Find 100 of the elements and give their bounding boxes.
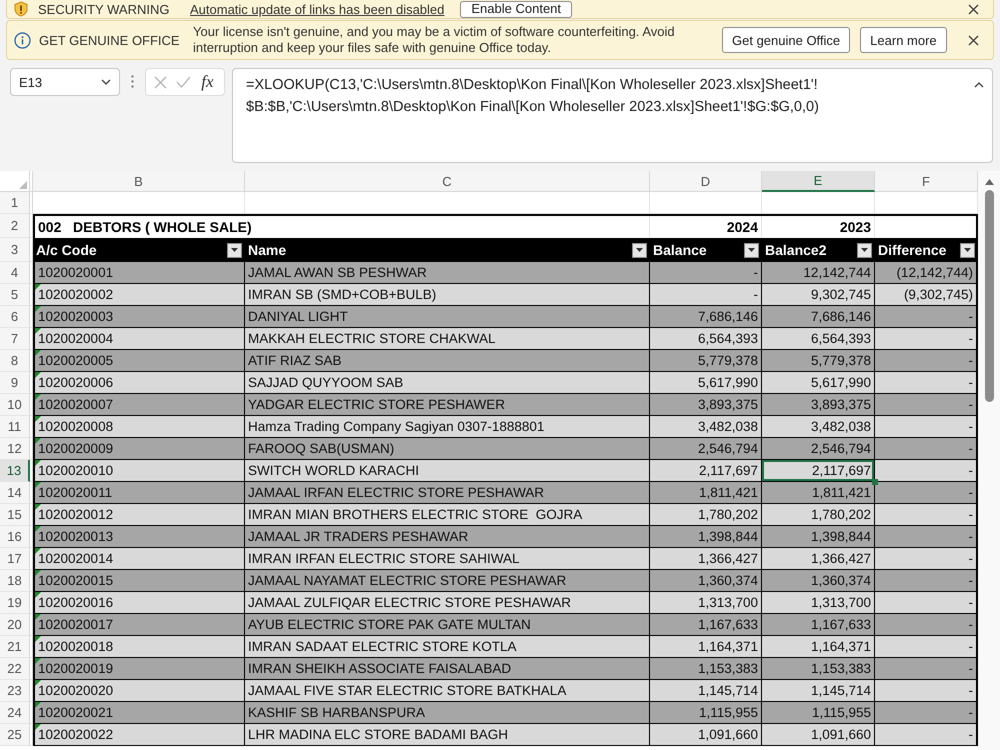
- row-header[interactable]: 19: [0, 592, 30, 614]
- table-cell: 1020020005: [33, 350, 245, 372]
- table-cell: -: [875, 548, 978, 570]
- table-cell: 1,360,374: [762, 570, 875, 592]
- table-cell: 1,398,844: [762, 526, 875, 548]
- table-cell: 1,780,202: [762, 504, 875, 526]
- table-cell: 5,617,990: [762, 372, 875, 394]
- filter-button[interactable]: [632, 242, 647, 258]
- close-icon[interactable]: [968, 34, 979, 46]
- table-cell: 1,398,844: [650, 526, 762, 548]
- row-header[interactable]: 3: [0, 238, 30, 262]
- close-icon[interactable]: [968, 4, 979, 14]
- get-genuine-button[interactable]: Get genuine Office: [722, 27, 850, 53]
- header-cell: A/c Code: [33, 238, 245, 262]
- checkmark-icon[interactable]: [176, 76, 191, 88]
- table-cell: 1,145,714: [762, 680, 875, 702]
- row-header[interactable]: 23: [0, 680, 30, 702]
- column-header[interactable]: C: [245, 171, 650, 192]
- warning-link[interactable]: Automatic update of links has been disabled: [190, 2, 444, 16]
- table-cell: 9,302,745: [762, 284, 875, 306]
- row-header[interactable]: 5: [0, 284, 30, 306]
- table-cell: -: [875, 482, 978, 504]
- table-cell: 1,115,955: [650, 702, 762, 724]
- table-cell: (9,302,745): [875, 284, 978, 306]
- table-cell: LHR MADINA ELC STORE BADAMI BAGH: [245, 724, 650, 746]
- filter-button[interactable]: [744, 242, 759, 258]
- row-header[interactable]: 7: [0, 328, 30, 350]
- table-cell: 1020020019: [33, 658, 245, 680]
- enable-content-button[interactable]: Enable Content: [460, 0, 572, 18]
- column-header[interactable]: F: [875, 171, 978, 192]
- row-header[interactable]: 1: [0, 192, 30, 214]
- table-cell: 2,117,697: [650, 460, 762, 482]
- table-cell: 5,617,990: [650, 372, 762, 394]
- row-header[interactable]: 18: [0, 570, 30, 592]
- table-cell: 1020020020: [33, 680, 245, 702]
- name-box[interactable]: E13: [10, 68, 120, 96]
- table-cell: 1,167,633: [650, 614, 762, 636]
- table-cell: -: [875, 328, 978, 350]
- column-header[interactable]: E: [762, 171, 875, 192]
- caret-icon: [636, 248, 643, 252]
- filter-button[interactable]: [857, 242, 872, 258]
- row-header[interactable]: 2: [0, 214, 30, 238]
- row-header[interactable]: 8: [0, 350, 30, 372]
- filter-button[interactable]: [227, 242, 242, 258]
- formula-input[interactable]: =XLOOKUP(C13,'C:\Users\mtn.8\Desktop\Kon Final\[Kon Wholeseller 2023.xlsx]Sheet1'!$B:$B,'C:\Users\mtn.8\Desktop\Kon Final\[Kon Wholeseller 2023.xlsx]Sheet1'!$G:$G,0,0): [232, 68, 993, 163]
- row-header[interactable]: 20: [0, 614, 30, 636]
- table-cell: 1020020010: [33, 460, 245, 482]
- chevron-down-icon[interactable]: [101, 79, 111, 85]
- table-cell: -: [875, 680, 978, 702]
- row-header[interactable]: 14: [0, 482, 30, 504]
- row-header[interactable]: 6: [0, 306, 30, 328]
- row-header[interactable]: 4: [0, 262, 30, 284]
- table-cell: 1020020016: [33, 592, 245, 614]
- table-cell: 3,482,038: [650, 416, 762, 438]
- table-cell: 1020020009: [33, 438, 245, 460]
- row-header[interactable]: 12: [0, 438, 30, 460]
- row-header[interactable]: 17: [0, 548, 30, 570]
- header-cell: Difference: [875, 238, 978, 262]
- row-header[interactable]: 22: [0, 658, 30, 680]
- header-cell: Balance: [650, 238, 762, 262]
- table-cell: IMRAN SB (SMD+COB+BULB): [245, 284, 650, 306]
- caret-icon: [231, 248, 238, 252]
- row-header[interactable]: 21: [0, 636, 30, 658]
- table-cell: 1020020003: [33, 306, 245, 328]
- table-cell: 1,313,700: [650, 592, 762, 614]
- table-cell: IMRAN MIAN BROTHERS ELECTRIC STORE GOJRA: [245, 504, 650, 526]
- row-header[interactable]: 15: [0, 504, 30, 526]
- row-header[interactable]: 24: [0, 702, 30, 724]
- row-header[interactable]: 13: [0, 460, 30, 482]
- filter-button[interactable]: [960, 242, 975, 258]
- row-header[interactable]: 25: [0, 724, 30, 746]
- table-cell: JAMAAL FIVE STAR ELECTRIC STORE BATKHALA: [245, 680, 650, 702]
- column-header[interactable]: B: [33, 171, 245, 192]
- caret-icon: [861, 248, 868, 252]
- fill-handle-icon[interactable]: [872, 479, 878, 485]
- header-cell: Name: [245, 238, 650, 262]
- table-cell: 1020020004: [33, 328, 245, 350]
- row-header[interactable]: 16: [0, 526, 30, 548]
- scroll-up-icon[interactable]: [984, 179, 994, 185]
- row-header[interactable]: 11: [0, 416, 30, 438]
- row-header[interactable]: 10: [0, 394, 30, 416]
- table-cell: 1,115,955: [762, 702, 875, 724]
- table-cell: 5,779,378: [762, 350, 875, 372]
- row-header[interactable]: 9: [0, 372, 30, 394]
- insert-function-button[interactable]: fx: [199, 72, 216, 92]
- table-cell: 6,564,393: [762, 328, 875, 350]
- table-cell: -: [875, 416, 978, 438]
- table-cell: -: [875, 438, 978, 460]
- table-cell: 12,142,744: [762, 262, 875, 284]
- chevron-up-icon[interactable]: [974, 82, 984, 88]
- table-cell: 1,780,202: [650, 504, 762, 526]
- vertical-dots-icon[interactable]: [131, 75, 134, 88]
- license-title: GET GENUINE OFFICE: [39, 32, 181, 48]
- table-cell: 1020020007: [33, 394, 245, 416]
- learn-more-button[interactable]: Learn more: [860, 27, 947, 53]
- scrollbar-thumb[interactable]: [984, 190, 994, 402]
- column-header[interactable]: D: [650, 171, 762, 192]
- table-cell: 1020020008: [33, 416, 245, 438]
- table-cell: SAJJAD QUYYOOM SAB: [245, 372, 650, 394]
- table-cell: JAMAAL NAYAMAT ELECTRIC STORE PESHAWAR: [245, 570, 650, 592]
